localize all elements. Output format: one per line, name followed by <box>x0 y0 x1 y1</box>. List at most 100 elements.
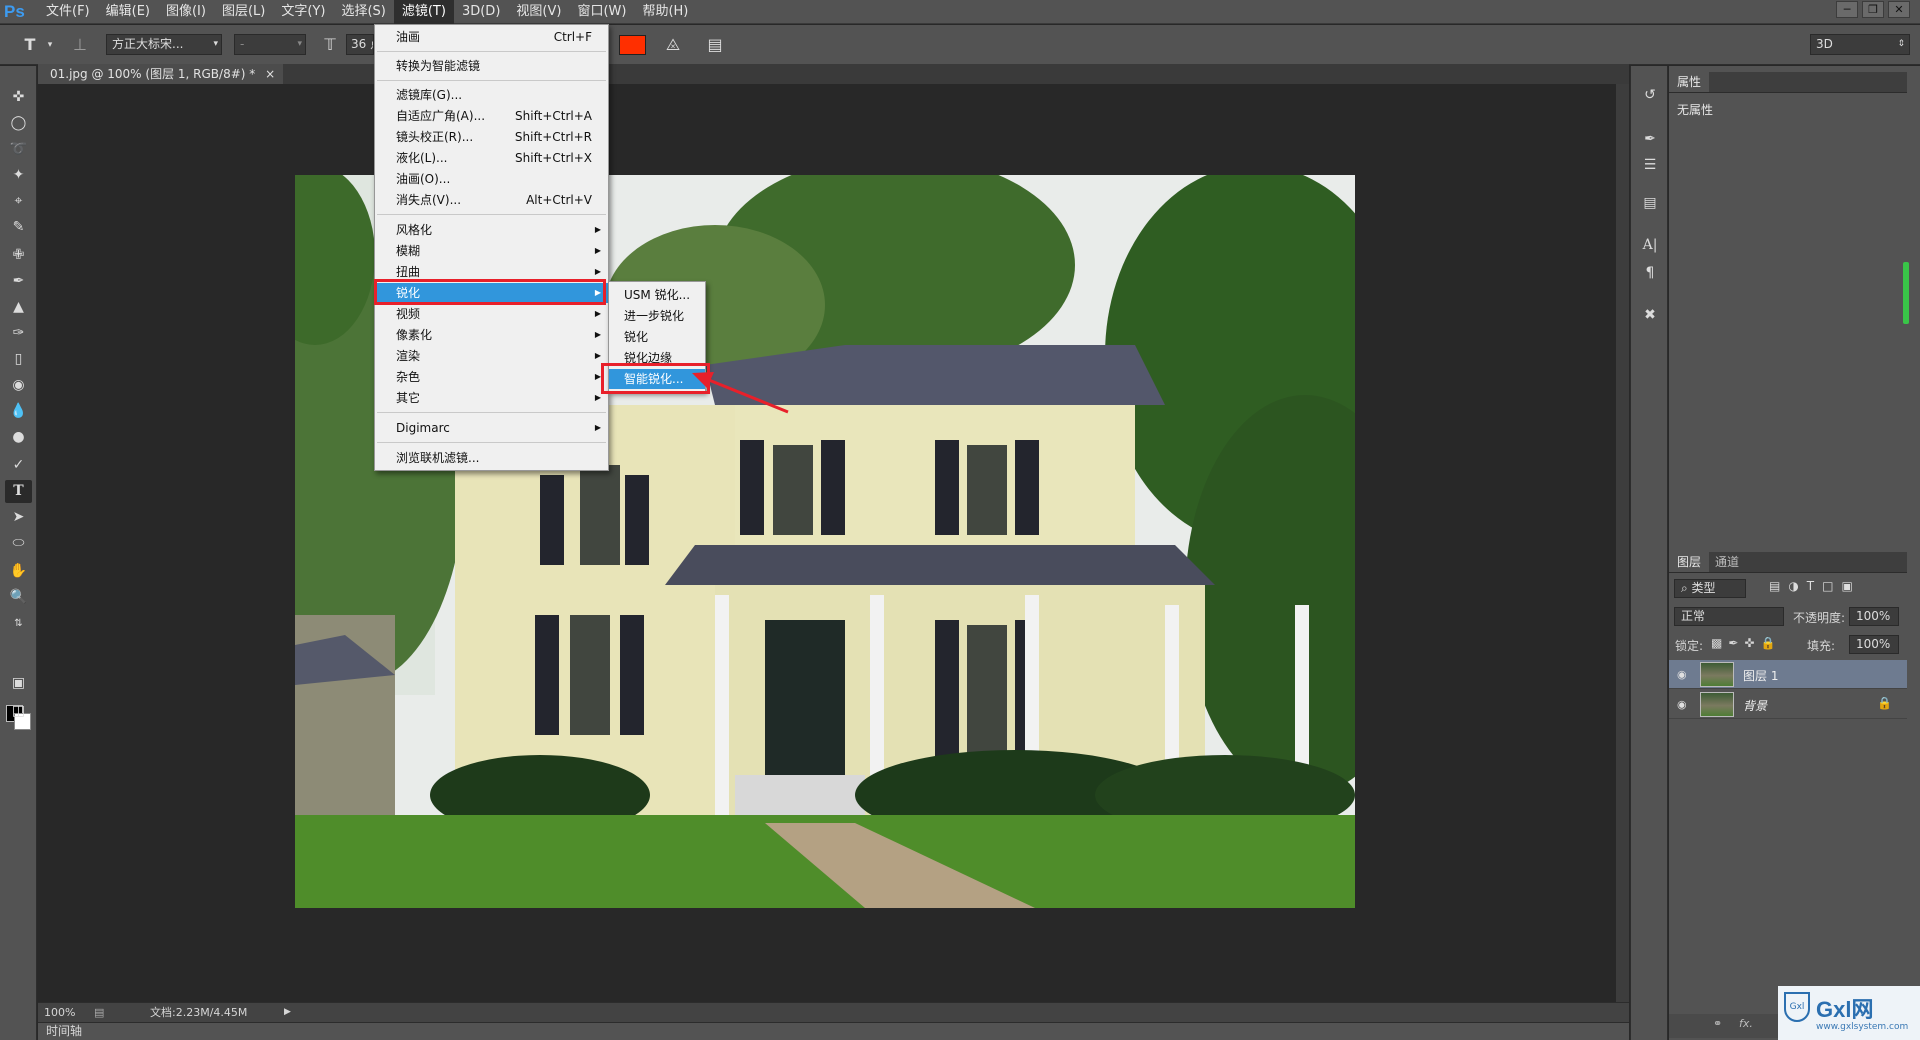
menu-item-distort[interactable]: 扭曲 ▶ <box>375 262 608 282</box>
magic-wand-tool-icon[interactable]: ✦ <box>5 164 32 187</box>
panel-scroll-indicator[interactable] <box>1903 262 1909 324</box>
menu-layer[interactable]: 图层(L) <box>214 0 273 24</box>
close-icon[interactable]: ✕ <box>1888 1 1910 18</box>
tab-channels[interactable]: 通道 <box>1707 552 1747 572</box>
menu-select[interactable]: 选择(S) <box>333 0 393 24</box>
submenu-item-unsharp-mask[interactable]: USM 锐化... <box>609 285 705 305</box>
text-orientation-icon[interactable]: ⊥ <box>68 33 92 57</box>
pen-tool-icon[interactable]: ✓ <box>5 454 32 477</box>
menu-edit[interactable]: 编辑(E) <box>98 0 158 24</box>
layer-row[interactable]: ◉ 图层 1 <box>1669 660 1907 689</box>
menu-item-video[interactable]: 视频 ▶ <box>375 304 608 324</box>
font-family-select[interactable]: 方正大标宋... ▾ <box>106 34 222 55</box>
menu-file[interactable]: 文件(F) <box>38 0 98 24</box>
menu-item-render[interactable]: 渲染 ▶ <box>375 346 608 366</box>
submenu-item-sharpen-edges[interactable]: 锐化边缘 <box>609 348 705 368</box>
menu-help[interactable]: 帮助(H) <box>634 0 696 24</box>
menu-type[interactable]: 文字(Y) <box>273 0 333 24</box>
restore-icon[interactable]: ❐ <box>1862 1 1884 18</box>
tab-properties[interactable]: 属性 <box>1669 72 1710 92</box>
minimize-icon[interactable]: ─ <box>1836 1 1858 18</box>
menu-item-digimarc[interactable]: Digimarc ▶ <box>375 418 608 438</box>
opacity-field[interactable]: 100% <box>1849 607 1899 626</box>
menu-item-browse-filters-online[interactable]: 浏览联机滤镜... <box>375 448 608 468</box>
menu-item-stylize[interactable]: 风格化 ▶ <box>375 220 608 240</box>
history-brush-tool-icon[interactable]: ✑ <box>5 322 32 345</box>
menu-window[interactable]: 窗口(W) <box>569 0 634 24</box>
link-layers-icon[interactable]: ⚭ <box>1713 1017 1722 1030</box>
submenu-item-sharpen[interactable]: 锐化 <box>609 327 705 347</box>
zoom-tool-icon[interactable]: 🔍 <box>5 586 32 609</box>
paint-bucket-tool-icon[interactable]: ◉ <box>5 374 32 397</box>
document-tab[interactable]: 01.jpg @ 100% (图层 1, RGB/8#) * × <box>38 64 284 84</box>
layer-filter-kind-select[interactable]: ⌕ 类型 <box>1674 579 1746 598</box>
path-selection-tool-icon[interactable]: ➤ <box>5 506 32 529</box>
eraser-tool-icon[interactable]: ▯ <box>5 348 32 371</box>
history-panel-icon[interactable]: ↺ <box>1638 84 1662 106</box>
menu-view[interactable]: 视图(V) <box>508 0 569 24</box>
brush-presets-icon[interactable]: ✒ <box>1638 128 1662 150</box>
menu-image[interactable]: 图像(I) <box>158 0 214 24</box>
tool-presets-icon[interactable]: ✖ <box>1638 304 1662 326</box>
fill-field[interactable]: 100% <box>1849 635 1899 654</box>
quick-mask-icon[interactable]: ▣ <box>5 672 32 695</box>
workspace-select[interactable]: 3D ⇕ <box>1810 34 1910 55</box>
warp-text-icon[interactable]: ⨻ <box>661 33 685 57</box>
blend-mode-select[interactable]: 正常 <box>1674 607 1784 626</box>
menu-item-lens-correction[interactable]: 镜头校正(R)... Shift+Ctrl+R <box>375 127 608 147</box>
font-size-field[interactable]: 36 点 <box>346 34 374 55</box>
close-tab-icon[interactable]: × <box>265 67 275 81</box>
adjustments-icon[interactable]: ☰ <box>1638 154 1662 176</box>
status-menu-arrow-icon[interactable]: ▶ <box>284 1003 291 1022</box>
crop-tool-icon[interactable]: ⌖ <box>5 190 32 213</box>
timeline-label[interactable]: 时间轴 <box>46 1023 82 1040</box>
vertical-scrollbar[interactable] <box>1616 84 1629 1002</box>
type-tool-icon[interactable]: T <box>5 480 32 503</box>
brush-tool-icon[interactable]: ✒ <box>5 270 32 293</box>
character-panel-icon[interactable]: ▤ <box>703 33 727 57</box>
menu-item-noise[interactable]: 杂色 ▶ <box>375 367 608 387</box>
visibility-eye-icon[interactable]: ◉ <box>1677 668 1691 682</box>
hand-tool-icon[interactable]: ✋ <box>5 560 32 583</box>
paragraph-panel-icon[interactable]: ¶ <box>1638 262 1662 284</box>
submenu-item-sharpen-more[interactable]: 进一步锐化 <box>609 306 705 326</box>
menu-item-blur[interactable]: 模糊 ▶ <box>375 241 608 261</box>
menu-filter[interactable]: 滤镜(T) <box>393 0 454 24</box>
swap-colors-icon[interactable]: ⇅ <box>5 612 32 635</box>
ellipse-tool-icon[interactable]: ⬭ <box>5 532 32 555</box>
dodge-tool-icon[interactable]: ● <box>5 426 32 449</box>
menu-item-last-filter[interactable]: 油画 Ctrl+F <box>375 27 608 47</box>
layer-filter-icons[interactable]: ▤◑T□▣ <box>1769 579 1861 593</box>
menu-item-adaptive-wide-angle[interactable]: 自适应广角(A)... Shift+Ctrl+A <box>375 106 608 126</box>
menu-item-sharpen[interactable]: 锐化 ▶ <box>375 283 608 303</box>
menu-item-other[interactable]: 其它 ▶ <box>375 388 608 408</box>
layer-row[interactable]: ◉ 背景 🔒 <box>1669 690 1907 719</box>
marquee-tool-icon[interactable]: ◯ <box>5 112 32 135</box>
clone-stamp-tool-icon[interactable]: ▲ <box>5 296 32 319</box>
menu-item-vanishing-point[interactable]: 消失点(V)... Alt+Ctrl+V <box>375 190 608 210</box>
fx-icon[interactable]: fx. <box>1739 1017 1753 1030</box>
chevron-down-icon[interactable]: ▾ <box>38 33 62 57</box>
visibility-eye-icon[interactable]: ◉ <box>1677 698 1691 712</box>
clone-source-icon[interactable]: ▤ <box>1638 192 1662 214</box>
healing-brush-tool-icon[interactable]: ✙ <box>5 244 32 267</box>
lasso-tool-icon[interactable]: ➰ <box>5 138 32 161</box>
eyedropper-tool-icon[interactable]: ✎ <box>5 216 32 239</box>
tab-layers[interactable]: 图层 <box>1669 552 1710 572</box>
zoom-level[interactable]: 100% <box>44 1003 75 1022</box>
font-style-select[interactable]: - ▾ <box>234 34 306 55</box>
menu-item-liquify[interactable]: 液化(L)... Shift+Ctrl+X <box>375 148 608 168</box>
screen-mode-icon[interactable]: ◫ <box>5 700 32 723</box>
blur-tool-icon[interactable]: 💧 <box>5 400 32 423</box>
menu-item-filter-gallery[interactable]: 滤镜库(G)... <box>375 85 608 105</box>
character-panel-icon[interactable]: A| <box>1638 234 1662 256</box>
menu-3d[interactable]: 3D(D) <box>454 0 508 24</box>
lock-options-icons[interactable]: ▩✒✜🔒 <box>1711 636 1781 650</box>
menu-item-pixelate[interactable]: 像素化 ▶ <box>375 325 608 345</box>
text-color-swatch[interactable] <box>619 35 646 55</box>
menu-item-shortcut: Shift+Ctrl+X <box>515 151 592 165</box>
status-info-icon[interactable]: ▤ <box>94 1003 104 1022</box>
menu-item-oil-paint[interactable]: 油画(O)... <box>375 169 608 189</box>
move-tool-icon[interactable]: ✜ <box>5 86 32 109</box>
menu-item-convert-smart-filters[interactable]: 转换为智能滤镜 <box>375 56 608 76</box>
